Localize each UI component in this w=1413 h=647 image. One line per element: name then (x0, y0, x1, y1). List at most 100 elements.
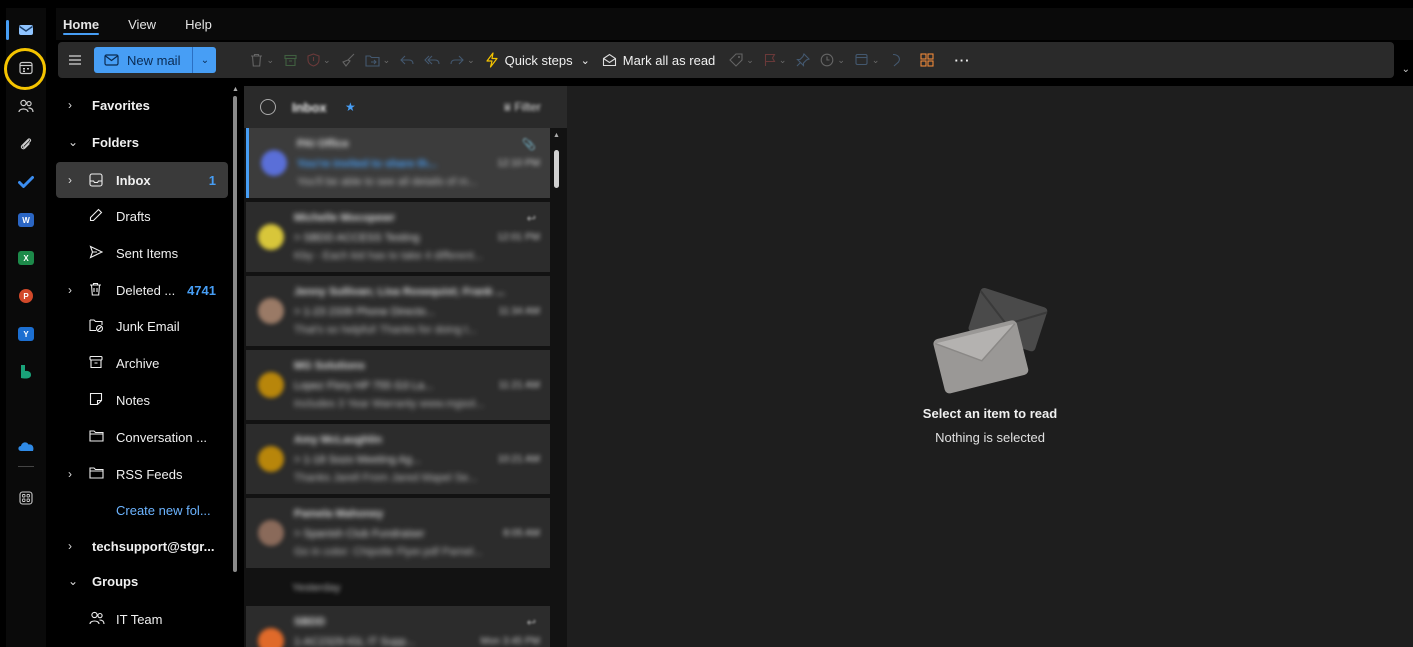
flag-icon (764, 53, 776, 66)
avatar (258, 446, 284, 472)
folder-drafts[interactable]: Drafts (56, 200, 228, 232)
forward-button[interactable]: ⌄ (450, 54, 475, 66)
notes-label: Notes (116, 392, 150, 408)
pin-button[interactable] (796, 53, 811, 67)
message-item[interactable]: PAI Office You're invited to share th... Y… (246, 128, 550, 198)
folder-scrollbar[interactable] (233, 96, 237, 572)
new-mail-button[interactable]: New mail (94, 47, 193, 73)
message-sender: Pamela Mahoney (294, 508, 384, 520)
chevron-down-icon: ⌄ (580, 54, 590, 67)
mail-app-button[interactable] (6, 16, 40, 44)
junk-folder-icon (89, 319, 104, 332)
filter-button[interactable]: ⩸ Filter (504, 100, 541, 115)
undo-icon (893, 53, 901, 67)
message-list-scrollbar[interactable] (554, 150, 559, 188)
quick-steps-label: Quick steps (504, 52, 573, 68)
delete-button[interactable]: ⌄ (250, 53, 274, 67)
reply-all-button[interactable] (424, 54, 440, 66)
yammer-app-button[interactable]: Y (12, 320, 40, 348)
folder-notes[interactable]: Notes (56, 384, 228, 416)
tab-help[interactable]: Help (185, 8, 212, 40)
message-time: 11:21 AM (498, 380, 540, 391)
tab-view[interactable]: View (128, 8, 156, 40)
tab-home[interactable]: Home (63, 8, 100, 40)
chevron-down-icon: ⌄ (871, 54, 880, 65)
people-app-button[interactable] (12, 92, 40, 120)
word-app-button[interactable]: W (12, 206, 40, 234)
folder-icon (89, 430, 104, 442)
folder-deleted-items[interactable]: › Deleted ... 4741 (56, 274, 228, 306)
envelope-open-icon (602, 53, 616, 67)
message-preview: Kby - Each kid has to take 4 different..… (294, 250, 483, 262)
message-item[interactable]: Michelle Mocopewr > SBDD ACCESS Testing Kb… (246, 202, 550, 272)
more-apps-button[interactable] (12, 484, 40, 512)
tag-button[interactable]: ⌄ (729, 53, 754, 67)
archive-button[interactable] (284, 54, 297, 67)
conversation-label: Conversation ... (116, 429, 208, 445)
chevron-down-icon: ⌄ (778, 54, 787, 65)
message-item[interactable]: MG Solutions Lopez Flory HP 755 G3 La... I… (246, 350, 550, 420)
folder-conversation-history[interactable]: Conversation ... (56, 421, 228, 453)
hamburger-button[interactable] (68, 54, 82, 66)
folders-section[interactable]: ⌄ Folders (56, 126, 228, 158)
list-scroll-up-arrow-icon[interactable]: ▲ (553, 132, 560, 139)
flag-button[interactable]: ⌄ (764, 53, 787, 67)
chevron-down-icon: ⌄ (266, 54, 275, 65)
quick-steps-button[interactable]: Quick steps ⌄ (485, 52, 590, 68)
mark-all-read-button[interactable]: Mark all as read (602, 53, 715, 68)
groups-section[interactable]: ⌄ Groups (56, 565, 228, 597)
group-it-team[interactable]: IT Team (56, 603, 228, 635)
pencil-icon (89, 208, 103, 222)
onedrive-app-button[interactable] (12, 432, 40, 460)
ribbon-expand-chevron-icon[interactable]: ⌄ (1402, 64, 1410, 75)
reply-button[interactable] (400, 54, 414, 66)
folder-junk-email[interactable]: Junk Email (56, 310, 228, 342)
bookings-app-button[interactable] (12, 358, 40, 386)
folder-archive[interactable]: Archive (56, 347, 228, 379)
avatar (258, 520, 284, 546)
excel-app-button[interactable]: X (12, 244, 40, 272)
star-icon[interactable]: ★ (345, 100, 356, 114)
deleted-items-label: Deleted ... (116, 282, 176, 298)
folder-sent-items[interactable]: Sent Items (56, 237, 228, 269)
message-subject: 1-AC2329-IGL IT Supp... (294, 636, 416, 647)
folder-inbox[interactable]: › Inbox 1 (56, 162, 228, 198)
todo-app-button[interactable] (12, 168, 40, 196)
favorites-section[interactable]: › Favorites (56, 89, 228, 121)
shield-icon (307, 53, 320, 67)
files-app-button[interactable] (12, 130, 40, 158)
message-item[interactable]: SBDD 1-AC2329-IGL IT Supp... Mon 3:45 PM ↩ (246, 606, 550, 647)
snooze-button[interactable]: ⌄ (820, 53, 845, 67)
excel-icon: X (18, 251, 34, 265)
ribbon-toolbar: New mail ⌄ ⌄ ⌄ ⌄ ⌄ Quick steps ⌄ Mark al… (58, 42, 1410, 78)
favorites-label: Favorites (92, 97, 150, 113)
more-apps-icon (19, 491, 33, 505)
apps-button[interactable] (920, 53, 935, 67)
message-item[interactable]: Amy McLaughlin > 1-18 Sozo Meeting Ag... T… (246, 424, 550, 494)
folder-scroll-up-arrow-icon[interactable]: ▲ (232, 86, 239, 93)
new-mail-dropdown[interactable]: ⌄ (192, 47, 217, 73)
select-all-checkbox[interactable] (260, 99, 276, 115)
report-button[interactable]: ⌄ (307, 53, 331, 67)
date-separator: Yesterday (292, 582, 341, 594)
chevron-right-icon: › (68, 539, 72, 553)
undo-button[interactable] (889, 53, 902, 67)
chevron-right-icon: › (68, 173, 72, 187)
more-options-button[interactable]: ··· (954, 53, 970, 68)
message-item[interactable]: Pamela Mahoney > Spanish Club Fundraiser G… (246, 498, 550, 568)
hamburger-icon (69, 55, 81, 65)
yammer-icon: Y (18, 327, 34, 341)
create-new-folder-link[interactable]: Create new fol... (56, 494, 228, 526)
chevron-down-icon: ⌄ (68, 135, 79, 149)
powerpoint-app-button[interactable]: P (12, 282, 40, 310)
rules-button[interactable]: ⌄ (855, 53, 880, 67)
message-item[interactable]: Jenny Sullivan; Lisa Rosequist; Frank ..… (246, 276, 550, 346)
message-subject: > SBDD ACCESS Testing (294, 232, 420, 244)
message-time: Mon 3:45 PM (480, 636, 540, 647)
sweep-button[interactable] (341, 53, 355, 67)
move-to-button[interactable]: ⌄ (365, 54, 390, 67)
folder-rss-feeds[interactable]: › RSS Feeds (56, 458, 228, 490)
trash-icon (251, 53, 263, 67)
envelopes-illustration-icon (933, 287, 1048, 394)
account-section[interactable]: › techsupport@stgr... (56, 530, 228, 562)
